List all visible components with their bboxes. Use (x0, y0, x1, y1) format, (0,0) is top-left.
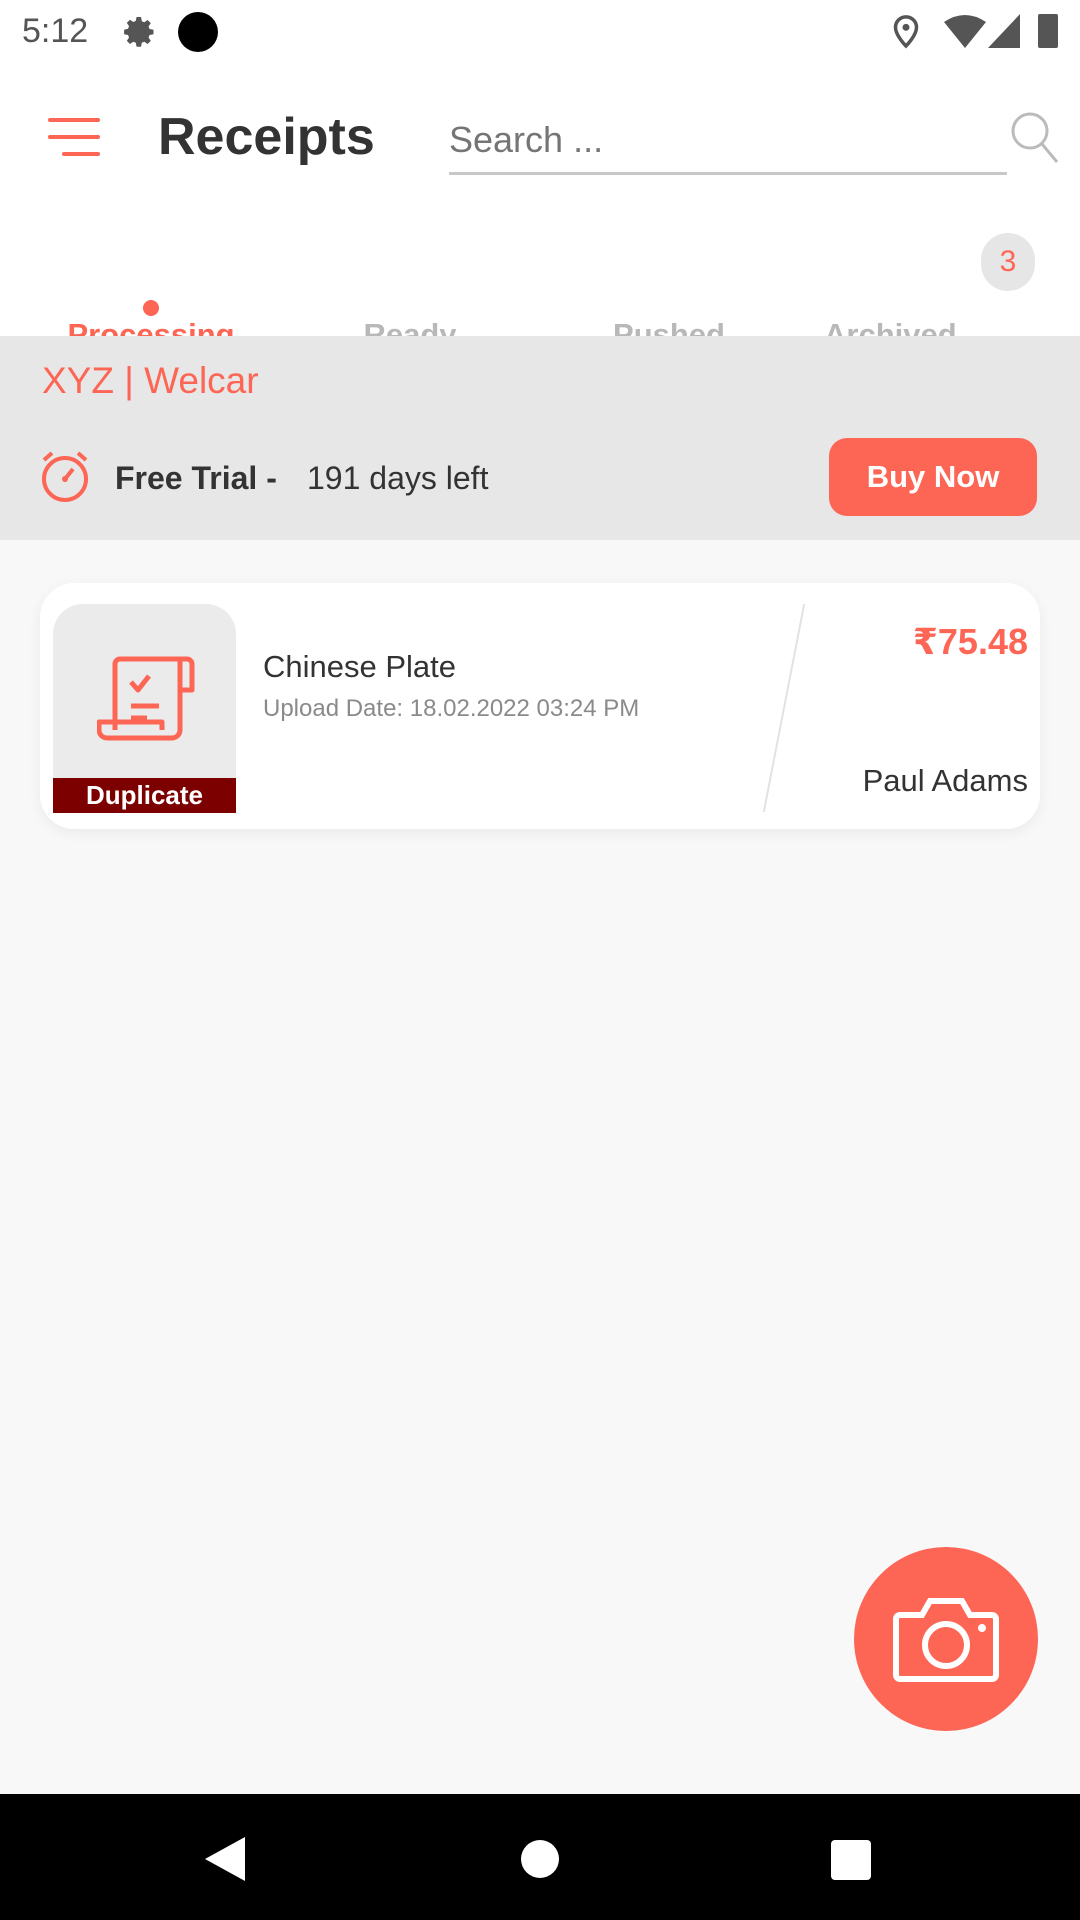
divider (762, 604, 806, 812)
company-name: XYZ | Welcar (42, 360, 259, 401)
wifi-icon (944, 15, 986, 48)
status-time: 5:12 (22, 12, 89, 50)
home-icon[interactable] (521, 1840, 559, 1878)
archived-count-badge: 3 (981, 233, 1035, 291)
notification-dot-icon (178, 12, 218, 52)
buy-now-button[interactable]: Buy Now (829, 438, 1037, 516)
receipt-user: Paul Adams (862, 763, 1028, 798)
battery-icon (1038, 14, 1058, 48)
search-icon[interactable] (1010, 111, 1060, 165)
camera-fab[interactable] (854, 1547, 1038, 1731)
receipt-icon (97, 656, 195, 741)
timer-icon (42, 451, 88, 502)
status-bar: 5:12 (0, 0, 1080, 75)
receipt-amount: ₹75.48 (912, 621, 1028, 662)
receipt-card[interactable]: Duplicate Chinese Plate Upload Date: 18.… (40, 583, 1040, 829)
app-header: Receipts Processing Ready Pushed Archive… (0, 75, 1080, 352)
active-tab-indicator (143, 300, 159, 316)
camera-icon (893, 1598, 999, 1682)
duplicate-tag: Duplicate (53, 778, 236, 813)
navigation-bar (0, 1794, 1080, 1920)
gear-icon (124, 17, 154, 47)
trial-banner: XYZ | Welcar Free Trial - 191 days left … (0, 336, 1080, 540)
menu-button[interactable] (46, 118, 100, 158)
back-icon[interactable] (205, 1837, 245, 1881)
page-title: Receipts (158, 108, 375, 166)
days-left: 191 days left (307, 460, 489, 496)
recents-icon[interactable] (831, 1840, 871, 1880)
receipt-thumbnail: Duplicate (53, 604, 236, 813)
hamburger-icon (48, 118, 100, 156)
search-input[interactable] (449, 107, 1007, 175)
receipt-title: Chinese Plate (263, 649, 457, 684)
location-icon (893, 15, 919, 49)
trial-label: Free Trial - (115, 460, 277, 496)
upload-date: Upload Date: 18.02.2022 03:24 PM (263, 695, 640, 722)
signal-icon (988, 14, 1020, 48)
